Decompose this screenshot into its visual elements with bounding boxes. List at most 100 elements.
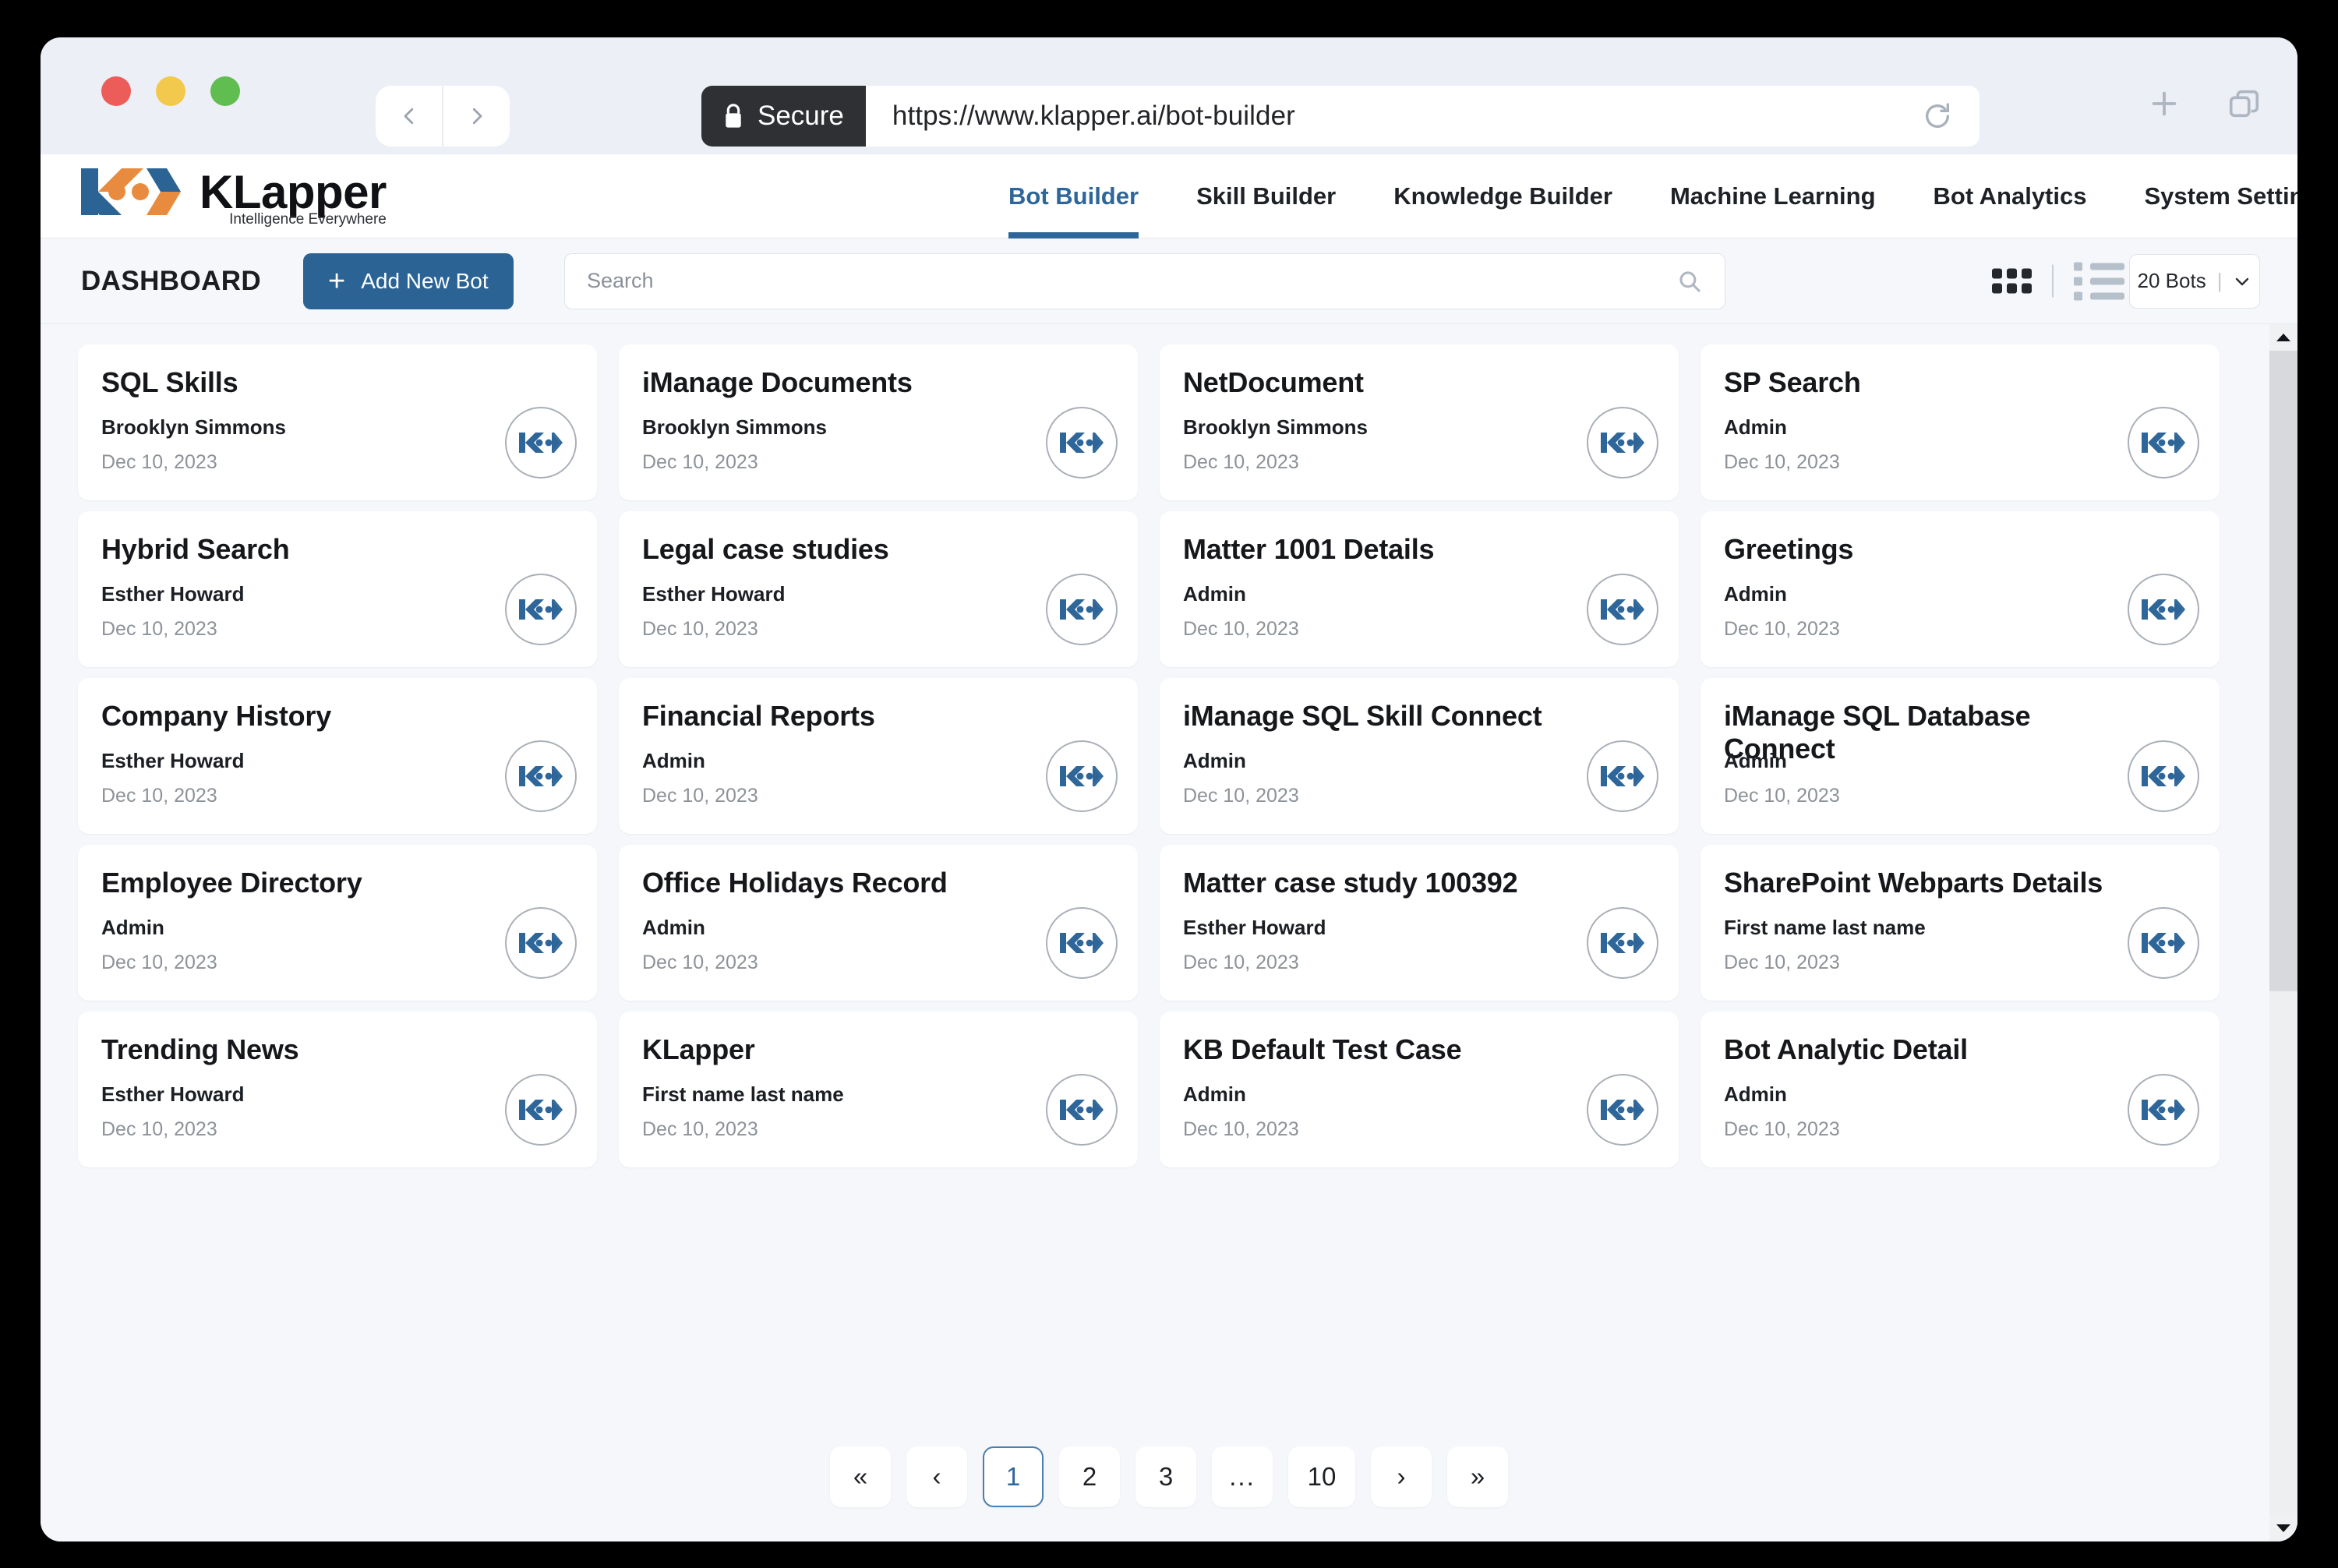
scroll-down-button[interactable] bbox=[2269, 1515, 2297, 1542]
bot-card-badge[interactable] bbox=[1587, 574, 1658, 645]
klapper-badge-icon bbox=[1060, 1100, 1104, 1120]
bot-card-date: Dec 10, 2023 bbox=[1183, 785, 1299, 807]
browser-nav-buttons bbox=[376, 86, 510, 147]
pagination-first-button[interactable]: « bbox=[830, 1446, 891, 1507]
bot-card-badge[interactable] bbox=[1587, 1074, 1658, 1146]
bot-card-badge[interactable] bbox=[1046, 740, 1118, 812]
bot-card-badge[interactable] bbox=[2128, 907, 2199, 979]
bot-card-badge[interactable] bbox=[505, 407, 577, 479]
bot-card[interactable]: KLapper First name last name Dec 10, 2023 bbox=[619, 1012, 1138, 1167]
bot-card[interactable]: Trending News Esther Howard Dec 10, 2023 bbox=[78, 1012, 597, 1167]
nav-item-knowledge-builder[interactable]: Knowledge Builder bbox=[1365, 154, 1641, 238]
bot-card-badge[interactable] bbox=[1046, 1074, 1118, 1146]
nav-item-bot-builder[interactable]: Bot Builder bbox=[1008, 154, 1167, 238]
bot-card-date: Dec 10, 2023 bbox=[642, 785, 758, 807]
triangle-down-icon bbox=[2276, 1524, 2290, 1532]
bot-card-badge[interactable] bbox=[1587, 907, 1658, 979]
klapper-badge-icon bbox=[519, 1100, 563, 1120]
bot-card[interactable]: Bot Analytic Detail Admin Dec 10, 2023 bbox=[1701, 1012, 2220, 1167]
pagination-prev-button[interactable]: ‹ bbox=[906, 1446, 967, 1507]
new-tab-button[interactable] bbox=[2146, 86, 2182, 122]
reload-button[interactable] bbox=[1922, 101, 1953, 132]
bot-card-badge[interactable] bbox=[2128, 1074, 2199, 1146]
bot-card[interactable]: Greetings Admin Dec 10, 2023 bbox=[1701, 511, 2220, 667]
klapper-badge-icon bbox=[1060, 599, 1104, 620]
klapper-badge-icon bbox=[2142, 599, 2185, 620]
bot-card-date: Dec 10, 2023 bbox=[101, 618, 217, 640]
pagination-page-2[interactable]: 2 bbox=[1059, 1446, 1120, 1507]
list-view-icon[interactable] bbox=[2074, 262, 2124, 300]
bot-card-title: Matter 1001 Details bbox=[1183, 533, 1435, 565]
minimize-window-button[interactable] bbox=[156, 76, 185, 106]
bot-card-badge[interactable] bbox=[2128, 407, 2199, 479]
bot-card[interactable]: SP Search Admin Dec 10, 2023 bbox=[1701, 344, 2220, 500]
dropdown-divider: | bbox=[2216, 269, 2223, 292]
pagination-page-1[interactable]: 1 bbox=[983, 1446, 1044, 1507]
bot-card[interactable]: KB Default Test Case Admin Dec 10, 2023 bbox=[1160, 1012, 1679, 1167]
bot-card-badge[interactable] bbox=[505, 740, 577, 812]
scroll-up-button[interactable] bbox=[2269, 324, 2297, 351]
bot-card[interactable]: Company History Esther Howard Dec 10, 2023 bbox=[78, 678, 597, 834]
bot-card-badge[interactable] bbox=[2128, 740, 2199, 812]
bot-card[interactable]: iManage SQL Database Connect Admin Dec 10,… bbox=[1701, 678, 2220, 834]
app-logo[interactable]: KLapper Intelligence Everywhere bbox=[78, 162, 387, 228]
search-button[interactable] bbox=[1676, 268, 1725, 295]
bot-card-owner: Admin bbox=[1183, 582, 1246, 606]
grid-view-icon[interactable] bbox=[1992, 268, 2032, 294]
klapper-badge-icon bbox=[1601, 433, 1644, 453]
bot-card-badge[interactable] bbox=[505, 574, 577, 645]
bot-card-badge[interactable] bbox=[505, 907, 577, 979]
pagination-page-3[interactable]: 3 bbox=[1135, 1446, 1196, 1507]
add-new-bot-button[interactable]: + Add New Bot bbox=[303, 253, 514, 309]
bot-card[interactable]: Office Holidays Record Admin Dec 10, 2023 bbox=[619, 845, 1138, 1001]
bot-card-title: iManage SQL Skill Connect bbox=[1183, 700, 1542, 732]
scrollbar-track[interactable] bbox=[2269, 351, 2297, 1515]
logo-tagline: Intelligence Everywhere bbox=[229, 211, 387, 228]
bot-card-badge[interactable] bbox=[1587, 407, 1658, 479]
address-bar[interactable]: Secure https://www.klapper.ai/bot-builde… bbox=[701, 86, 1980, 147]
bot-card[interactable]: Matter 1001 Details Admin Dec 10, 2023 bbox=[1160, 511, 1679, 667]
bot-card-badge[interactable] bbox=[1046, 574, 1118, 645]
close-window-button[interactable] bbox=[101, 76, 131, 106]
bot-card[interactable]: SQL Skills Brooklyn Simmons Dec 10, 2023 bbox=[78, 344, 597, 500]
bot-cards-area: SQL Skills Brooklyn Simmons Dec 10, 2023 iM… bbox=[41, 324, 2297, 1542]
bot-card-badge[interactable] bbox=[1587, 740, 1658, 812]
bot-card[interactable]: iManage Documents Brooklyn Simmons Dec 10,… bbox=[619, 344, 1138, 500]
plus-icon: + bbox=[328, 264, 346, 298]
bot-card-date: Dec 10, 2023 bbox=[1724, 952, 1840, 973]
back-button[interactable] bbox=[376, 86, 442, 147]
nav-item-skill-builder[interactable]: Skill Builder bbox=[1167, 154, 1365, 238]
bot-card[interactable]: SharePoint Webparts Details First name la… bbox=[1701, 845, 2220, 1001]
nav-item-machine-learning[interactable]: Machine Learning bbox=[1641, 154, 1905, 238]
bots-count-label: 20 Bots bbox=[2137, 269, 2206, 292]
nav-item-bot-analytics[interactable]: Bot Analytics bbox=[1905, 154, 2116, 238]
bot-card-badge[interactable] bbox=[1046, 907, 1118, 979]
bot-card[interactable]: Employee Directory Admin Dec 10, 2023 bbox=[78, 845, 597, 1001]
bot-card-badge[interactable] bbox=[2128, 574, 2199, 645]
bot-card[interactable]: Hybrid Search Esther Howard Dec 10, 2023 bbox=[78, 511, 597, 667]
bot-card-badge[interactable] bbox=[1046, 407, 1118, 479]
vertical-scrollbar[interactable] bbox=[2269, 324, 2297, 1542]
bot-card[interactable]: Financial Reports Admin Dec 10, 2023 bbox=[619, 678, 1138, 834]
scrollbar-thumb[interactable] bbox=[2269, 351, 2297, 991]
forward-button[interactable] bbox=[442, 86, 510, 147]
bot-card[interactable]: Matter case study 100392 Esther Howard Dec… bbox=[1160, 845, 1679, 1001]
bot-card-owner: Esther Howard bbox=[642, 582, 786, 606]
search-box[interactable] bbox=[564, 253, 1725, 309]
bot-card-owner: Admin bbox=[1724, 415, 1787, 439]
search-input[interactable] bbox=[565, 269, 1676, 293]
pagination-page-10[interactable]: 10 bbox=[1288, 1446, 1355, 1507]
bot-card[interactable]: iManage SQL Skill Connect Admin Dec 10, 20… bbox=[1160, 678, 1679, 834]
bot-card-badge[interactable] bbox=[505, 1074, 577, 1146]
nav-item-system-settings[interactable]: System Settings bbox=[2115, 154, 2297, 238]
tabs-overview-button[interactable] bbox=[2226, 86, 2262, 122]
pagination-page-...[interactable]: ... bbox=[1212, 1446, 1273, 1507]
bot-card[interactable]: Legal case studies Esther Howard Dec 10, 2… bbox=[619, 511, 1138, 667]
pagination-next-button[interactable]: › bbox=[1371, 1446, 1432, 1507]
nav-label: System Settings bbox=[2144, 182, 2297, 210]
bot-card[interactable]: NetDocument Brooklyn Simmons Dec 10, 2023 bbox=[1160, 344, 1679, 500]
bots-count-dropdown[interactable]: 20 Bots | bbox=[2129, 253, 2260, 309]
pagination-last-button[interactable]: » bbox=[1447, 1446, 1508, 1507]
maximize-window-button[interactable] bbox=[210, 76, 240, 106]
nav-label: Bot Analytics bbox=[1933, 182, 2087, 210]
